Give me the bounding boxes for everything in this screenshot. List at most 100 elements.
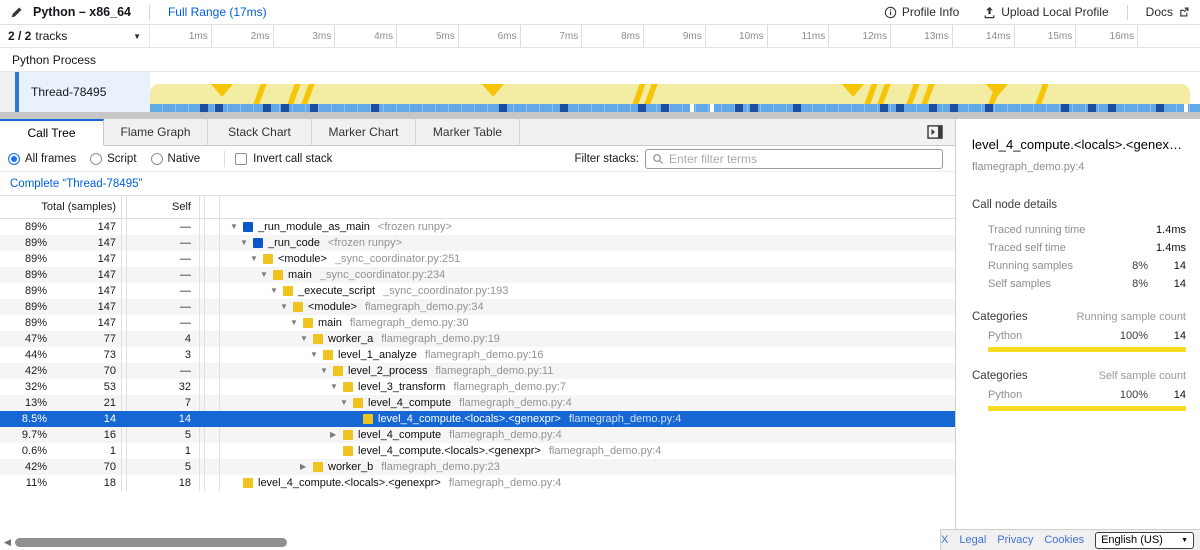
call-tree-row[interactable]: 42%705▶worker_bflamegraph_demo.py:23 [0,459,955,475]
expander-icon[interactable]: ▼ [250,251,263,267]
expander-icon[interactable]: ▼ [230,219,243,235]
category-icon [273,270,283,280]
column-total-samples[interactable]: Total (samples) [0,196,122,218]
category-icon [343,430,353,440]
tab-marker-table[interactable]: Marker Table [416,119,520,145]
source-location: flamegraph_demo.py:30 [350,315,469,331]
horizontal-scrollbar[interactable]: ◀ [0,536,940,548]
call-tree-row[interactable]: 89%147—▼mainflamegraph_demo.py:30 [0,315,955,331]
divider [224,151,225,167]
full-range-button[interactable]: Full Range (17ms) [168,5,267,19]
category-icon [333,366,343,376]
call-tree-row[interactable]: 89%147—▼<module>_sync_coordinator.py:251 [0,251,955,267]
process-track-label: Python Process [12,53,96,67]
call-tree-row[interactable]: 89%147—▼_run_module_as_main<frozen runpy… [0,219,955,235]
sample-dark-segment [1061,104,1069,112]
function-name: <module> [278,251,327,267]
total-percent: 47% [0,331,47,347]
call-tree-row[interactable]: 11%1818level_4_compute.<locals>.<genexpr… [0,475,955,491]
upload-profile-button[interactable]: Upload Local Profile [983,5,1108,19]
expander-icon[interactable]: ▼ [280,299,293,315]
expander-icon[interactable]: ▼ [310,347,323,363]
breadcrumb-complete-thread[interactable]: Complete “Thread-78495” [10,178,142,190]
source-location: flamegraph_demo.py:4 [549,443,662,459]
expander-icon[interactable]: ▼ [330,379,343,395]
footer-cookies-link[interactable]: Cookies [1044,534,1084,546]
column-self[interactable]: Self [127,196,200,218]
call-tree-row[interactable]: 89%147—▼<module>flamegraph_demo.py:34 [0,299,955,315]
sidebar: level_4_compute.<locals>.<genexpr> flame… [955,119,1200,550]
call-tree-rows: 89%147—▼_run_module_as_main<frozen runpy… [0,219,955,491]
expander-icon[interactable]: ▼ [290,315,303,331]
tracks-dropdown[interactable]: 2 / 2 tracks ▼ [0,25,150,47]
thread-activity-graph[interactable] [150,72,1200,112]
call-tree-row[interactable]: 89%147—▼_run_code<frozen runpy> [0,235,955,251]
call-tree-row[interactable]: 13%217▼level_4_computeflamegraph_demo.py… [0,395,955,411]
selected-node-location: flamegraph_demo.py:4 [972,161,1186,173]
tab-marker-chart[interactable]: Marker Chart [312,119,416,145]
category-icon [263,254,273,264]
ruler-tick: 14ms [953,25,1015,47]
call-tree-row[interactable]: 89%147—▼main_sync_coordinator.py:234 [0,267,955,283]
scrollbar-thumb[interactable] [15,538,287,547]
function-name: main [318,315,342,331]
radio-script[interactable]: Script [90,153,136,165]
call-tree-header: Total (samples) Self [0,196,955,219]
expander-icon[interactable]: ▼ [270,283,283,299]
sidebar-toggle-icon[interactable] [927,125,943,144]
total-samples: 147 [47,315,121,331]
call-tree-row[interactable]: 9.7%165▶level_4_computeflamegraph_demo.p… [0,427,955,443]
footer-close-link[interactable]: X [941,534,948,546]
self-samples: — [127,219,200,235]
ruler-tick: 13ms [891,25,953,47]
invert-call-stack-checkbox[interactable]: Invert call stack [235,153,332,165]
footer-legal-link[interactable]: Legal [959,534,986,546]
profile-info-button[interactable]: Profile Info [884,5,959,19]
marker-slash-icon [288,84,301,104]
radio-all-frames[interactable]: All frames [8,153,76,165]
timeline-ruler: 1ms2ms3ms4ms5ms6ms7ms8ms9ms10ms11ms12ms1… [150,25,1200,47]
tab-call-tree[interactable]: Call Tree [0,119,104,146]
profile-title: Python – x86_64 [33,5,131,19]
ruler-tick: 7ms [521,25,583,47]
detail-row: Traced self time 1.4ms [972,239,1186,257]
process-track[interactable]: Python Process [0,48,1200,72]
expander-icon[interactable]: ▼ [300,331,313,347]
scroll-left-icon[interactable]: ◀ [4,537,11,548]
expander-icon[interactable]: ▼ [320,363,333,379]
category-icon [313,462,323,472]
expander-icon[interactable]: ▼ [340,395,353,411]
tab-flame-graph[interactable]: Flame Graph [104,119,208,145]
sample-gap [710,104,714,112]
expander-icon[interactable]: ▶ [330,427,343,443]
footer-privacy-link[interactable]: Privacy [997,534,1033,546]
self-samples: 7 [127,395,200,411]
call-tree-row[interactable]: 32%5332▼level_3_transformflamegraph_demo… [0,379,955,395]
category-icon [343,382,353,392]
call-tree-row[interactable]: 89%147—▼_execute_script_sync_coordinator… [0,283,955,299]
tab-stack-chart[interactable]: Stack Chart [208,119,312,145]
total-percent: 44% [0,347,47,363]
expander-icon[interactable]: ▶ [300,459,313,475]
language-select[interactable]: English (US) ▼ [1095,532,1194,549]
call-tree-row[interactable]: 8.5%1414level_4_compute.<locals>.<genexp… [0,411,955,427]
call-tree-row[interactable]: 47%774▼worker_aflamegraph_demo.py:19 [0,331,955,347]
call-tree-row[interactable]: 42%70—▼level_2_processflamegraph_demo.py… [0,363,955,379]
docs-link[interactable]: Docs [1146,5,1190,19]
function-name: level_4_compute [358,427,441,443]
call-tree-row[interactable]: 0.6%11level_4_compute.<locals>.<genexpr>… [0,443,955,459]
panel-splitter[interactable] [0,112,1200,119]
edit-pencil-icon[interactable] [10,6,23,19]
sample-gap [1184,104,1188,112]
expander-icon[interactable]: ▼ [240,235,253,251]
thread-track[interactable]: Thread-78495 [0,72,1200,112]
expander-icon[interactable]: ▼ [260,267,273,283]
thread-track-label[interactable]: Thread-78495 [19,72,150,112]
call-tree-row[interactable]: 44%733▼level_1_analyzeflamegraph_demo.py… [0,347,955,363]
sample-dark-segment [985,104,993,112]
filter-stacks-input[interactable]: Enter filter terms [645,149,943,169]
marker-slash-icon [921,84,934,104]
timeline-tracks: Python Process Thread-78495 [0,48,1200,112]
radio-native[interactable]: Native [151,153,201,165]
marker-slash-icon [645,84,658,104]
